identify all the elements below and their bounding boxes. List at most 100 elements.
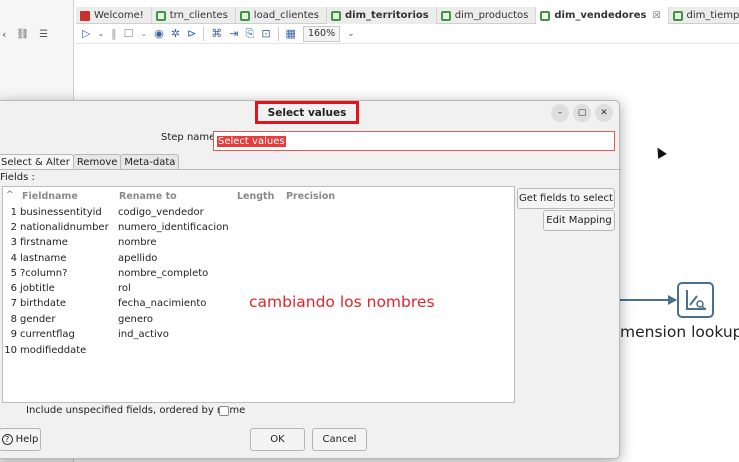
run-toolbar: ▷ ⌄ ‖ ☐ ⌄ ◉ ✲ ⊳ ⌘ ⇥ ⎘ ⊡ ▦ 160% ⌄ xyxy=(76,24,739,44)
tab-dim-tiempo[interactable]: dim_tiempo xyxy=(669,7,739,24)
fieldname-cell[interactable]: gender xyxy=(20,314,55,325)
rename-cell[interactable]: genero xyxy=(118,314,153,325)
pause-icon[interactable]: ‖ xyxy=(111,27,117,40)
table-header: ^ Fieldname Rename to Length Precision xyxy=(3,187,514,205)
dimension-lookup-step-icon[interactable] xyxy=(677,282,714,318)
row-number: 8 xyxy=(10,314,17,325)
include-unspecified-label: Include unspecified fields, ordered by n… xyxy=(26,405,246,416)
table-row[interactable]: 4 lastname apellido xyxy=(3,252,514,267)
edit-mapping-button[interactable]: Edit Mapping xyxy=(543,210,615,231)
debug-icon[interactable]: ✲ xyxy=(171,27,180,40)
dialog-tabs: Select & Alter Remove Meta-data xyxy=(0,154,180,170)
fieldname-cell[interactable]: jobtitle xyxy=(20,283,55,294)
help-button[interactable]: ? Help xyxy=(0,428,41,451)
list-icon[interactable]: ☰ xyxy=(39,29,48,40)
tab-label: dim_tiempo xyxy=(686,10,739,21)
mouse-cursor-icon xyxy=(653,145,667,159)
row-number: 7 xyxy=(10,298,17,309)
help-icon: ? xyxy=(1,434,13,445)
tab-dim-productos[interactable]: dim_productos xyxy=(437,7,537,24)
maximize-icon[interactable]: ▢ xyxy=(573,104,591,122)
rename-cell[interactable]: nombre xyxy=(118,237,157,248)
table-row[interactable]: 8 gender genero xyxy=(3,313,514,328)
row-number: 5 xyxy=(10,268,17,279)
fieldname-cell[interactable]: businessentityid xyxy=(20,207,102,218)
column-rename-to[interactable]: Rename to xyxy=(119,191,177,202)
row-number: 6 xyxy=(10,283,17,294)
fieldname-cell[interactable]: currentflag xyxy=(20,329,75,340)
tab-meta-data[interactable]: Meta-data xyxy=(120,154,180,170)
impact-icon[interactable]: ⇥ xyxy=(229,27,238,40)
tab-remove[interactable]: Remove xyxy=(72,154,122,170)
explore-db-icon[interactable]: ⊡ xyxy=(261,27,270,40)
rename-cell[interactable]: numero_identificacion xyxy=(118,222,229,233)
tab-label: Welcome! xyxy=(94,10,144,21)
align-grid-icon[interactable]: ▦ xyxy=(286,27,296,40)
tab-load-clientes[interactable]: load_clientes xyxy=(236,7,327,24)
sql-icon[interactable]: ⎘ xyxy=(246,27,255,41)
include-unspecified-checkbox[interactable] xyxy=(219,406,229,416)
stop-dropdown-icon[interactable]: ⌄ xyxy=(141,29,148,38)
row-number: 3 xyxy=(10,237,17,248)
zoom-select[interactable]: 160% xyxy=(302,25,341,42)
run-dropdown-icon[interactable]: ⌄ xyxy=(97,29,104,38)
column-length[interactable]: Length xyxy=(237,191,274,202)
fieldname-cell[interactable]: firstname xyxy=(20,237,68,248)
tab-trn-clientes[interactable]: trn_clientes xyxy=(152,7,236,24)
table-row[interactable]: 10 modifieddate xyxy=(3,344,514,359)
table-row[interactable]: 9 currentflag ind_activo xyxy=(3,328,514,343)
row-number: 10 xyxy=(4,345,17,356)
row-number: 9 xyxy=(10,329,17,340)
hierarchy-icon[interactable]: ⛓ xyxy=(16,29,29,40)
toolbar-separator xyxy=(203,26,205,41)
preview-icon[interactable]: ◉ xyxy=(154,27,164,40)
hop-arrow-icon xyxy=(668,295,677,305)
minimize-icon[interactable]: – xyxy=(551,104,569,122)
fieldname-cell[interactable]: ?column? xyxy=(20,268,67,279)
verify-icon[interactable]: ⌘ xyxy=(211,27,222,40)
table-row[interactable]: 1 businessentityid codigo_vendedor xyxy=(3,206,514,221)
rename-cell[interactable]: codigo_vendedor xyxy=(118,207,204,218)
collapse-icon[interactable]: ‹ xyxy=(2,28,6,41)
step-name-value: Select values xyxy=(217,135,286,147)
column-fieldname[interactable]: Fieldname xyxy=(22,191,78,202)
run-icon[interactable]: ▷ xyxy=(82,27,90,40)
tab-select-alter[interactable]: Select & Alter xyxy=(0,154,74,170)
tab-dim-territorios[interactable]: dim_territorios xyxy=(327,7,437,24)
rename-cell[interactable]: apellido xyxy=(118,253,157,264)
fieldname-cell[interactable]: birthdate xyxy=(20,298,66,309)
fieldname-cell[interactable]: lastname xyxy=(20,253,66,264)
select-values-dialog: Select values – ▢ ✕ Step name Select val… xyxy=(0,100,621,459)
row-number: 2 xyxy=(10,222,17,233)
zoom-dropdown-icon[interactable]: ⌄ xyxy=(347,29,355,39)
fieldname-cell[interactable]: nationalidnumber xyxy=(20,222,109,233)
rename-cell[interactable]: rol xyxy=(118,283,131,294)
transformation-icon xyxy=(440,10,451,21)
fieldname-cell[interactable]: modifieddate xyxy=(20,345,86,356)
table-row[interactable]: 3 firstname nombre xyxy=(3,236,514,251)
table-row[interactable]: 5 ?column? nombre_completo xyxy=(3,267,514,282)
rename-cell[interactable]: nombre_completo xyxy=(118,268,208,279)
left-toolbar: ‹ ⛓ ☰ xyxy=(0,24,74,44)
rename-cell[interactable]: fecha_nacimiento xyxy=(118,298,206,309)
close-tab-icon[interactable]: ☒ xyxy=(652,11,660,21)
cancel-button[interactable]: Cancel xyxy=(312,428,367,451)
tab-welcome[interactable]: Welcome! xyxy=(76,7,152,24)
fields-label: Fields : xyxy=(0,172,35,183)
tab-label: trn_clientes xyxy=(169,10,228,21)
close-icon[interactable]: ✕ xyxy=(595,104,613,122)
rename-cell[interactable]: ind_activo xyxy=(118,329,169,340)
tab-label: load_clientes xyxy=(253,10,319,21)
get-fields-button[interactable]: Get fields to select xyxy=(517,188,615,209)
annotation-text: cambiando los nombres xyxy=(249,293,435,311)
stop-icon[interactable]: ☐ xyxy=(124,27,134,40)
step-name-input[interactable]: Select values xyxy=(213,131,615,151)
column-precision[interactable]: Precision xyxy=(286,191,335,202)
ok-button[interactable]: OK xyxy=(250,428,305,451)
replay-icon[interactable]: ⊳ xyxy=(187,27,196,40)
sort-caret-icon[interactable]: ^ xyxy=(6,190,14,200)
step-label: mension lookup/u xyxy=(620,323,739,341)
row-number: 1 xyxy=(10,207,17,218)
table-row[interactable]: 2 nationalidnumber numero_identificacion xyxy=(3,221,514,236)
tab-dim-vendedores[interactable]: dim_vendedores ☒ xyxy=(536,7,669,24)
